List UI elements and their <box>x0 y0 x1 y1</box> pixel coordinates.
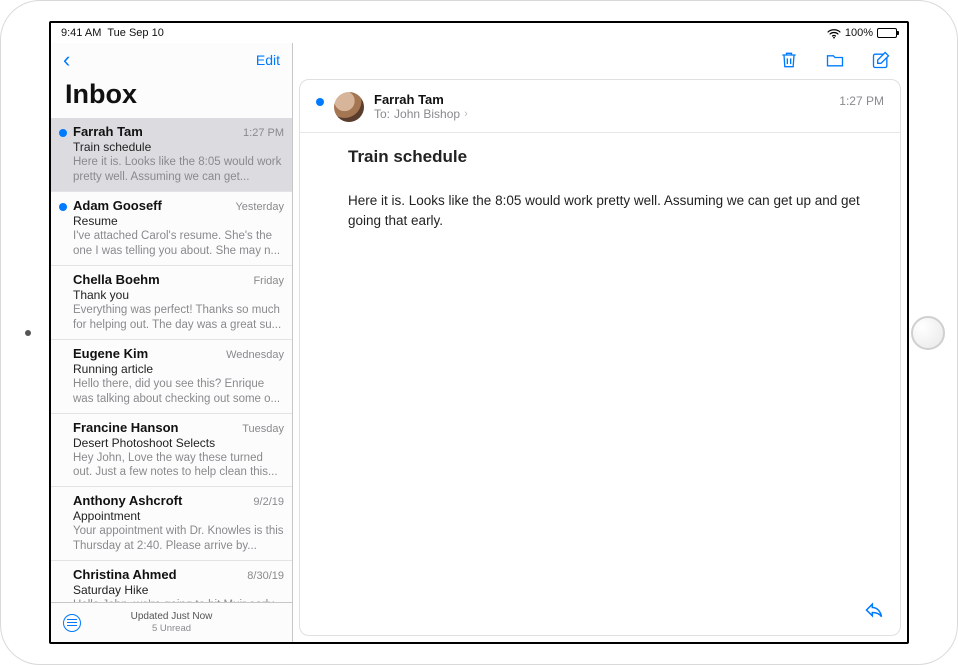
mail-subject: Running article <box>73 362 284 376</box>
front-camera <box>25 330 31 336</box>
mail-app: ‹ Edit Inbox Farrah Tam1:27 PMTrain sche… <box>51 43 907 642</box>
mail-item[interactable]: Adam Gooseff YesterdayResumeI've attached… <box>51 192 292 266</box>
mail-item[interactable]: Eugene Kim WednesdayRunning articleHello … <box>51 340 292 414</box>
mail-subject: Train schedule <box>73 140 284 154</box>
sender-avatar[interactable] <box>334 92 364 122</box>
sidebar-footer: Updated Just Now 5 Unread <box>51 602 292 642</box>
mail-time: Yesterday <box>235 201 284 213</box>
mail-sender: Farrah Tam <box>73 124 143 139</box>
status-bar: 9:41 AM Tue Sep 10 100% <box>51 23 907 43</box>
mail-sender: Christina Ahmed <box>73 567 177 582</box>
mail-list[interactable]: Farrah Tam 1:27 PMTrain scheduleHere it i… <box>51 118 292 602</box>
trash-icon[interactable] <box>779 50 799 70</box>
footer-unread-count: 5 Unread <box>131 623 213 634</box>
to-label: To: <box>374 107 390 121</box>
home-button[interactable] <box>911 316 945 350</box>
mail-item[interactable]: Christina Ahmed8/30/19Saturday HikeHello… <box>51 561 292 602</box>
compose-icon[interactable] <box>871 50 891 70</box>
mail-subject: Resume <box>73 214 284 228</box>
wifi-icon <box>827 28 841 39</box>
mail-item[interactable]: Farrah Tam 1:27 PMTrain scheduleHere it i… <box>51 118 292 192</box>
message-card: Farrah Tam To: John Bishop › 1:27 PM Tra… <box>299 79 901 636</box>
mail-preview: Your appointment with Dr. Knowles is thi… <box>73 524 284 554</box>
mail-sender: Francine Hanson <box>73 420 178 435</box>
back-button[interactable]: ‹ <box>63 47 70 73</box>
mail-sender: Eugene Kim <box>73 346 148 361</box>
mail-preview: Hello there, did you see this? Enrique w… <box>73 377 284 407</box>
chevron-right-icon[interactable]: › <box>464 108 468 120</box>
mail-time: 8/30/19 <box>247 570 284 582</box>
mail-subject: Thank you <box>73 288 284 302</box>
mail-preview: Everything was perfect! Thanks so much f… <box>73 303 284 333</box>
filter-icon[interactable] <box>63 614 81 632</box>
mailbox-title: Inbox <box>51 77 292 118</box>
message-pane: Farrah Tam To: John Bishop › 1:27 PM Tra… <box>293 43 907 642</box>
mail-item[interactable]: Francine Hanson TuesdayDesert Photoshoot … <box>51 414 292 488</box>
battery-percent: 100% <box>845 27 873 39</box>
mail-time: 9/2/19 <box>253 496 284 508</box>
mail-preview: Here it is. Looks like the 8:05 would wo… <box>73 155 284 185</box>
screen: 9:41 AM Tue Sep 10 100% ‹ Edit In <box>49 21 909 644</box>
unread-dot-icon <box>59 203 67 211</box>
mail-time: Friday <box>253 275 284 287</box>
mail-subject: Appointment <box>73 509 284 523</box>
mail-subject: Saturday Hike <box>73 583 284 597</box>
message-to: John Bishop <box>394 107 460 121</box>
mail-preview: Hey John, Love the way these turned out.… <box>73 451 284 481</box>
mail-time: 1:27 PM <box>243 127 284 139</box>
message-time: 1:27 PM <box>839 94 884 108</box>
mail-sender: Anthony Ashcroft <box>73 493 182 508</box>
message-subject: Train schedule <box>300 132 900 171</box>
mail-item[interactable]: Anthony Ashcroft 9/2/19AppointmentYour ap… <box>51 487 292 561</box>
ipad-frame: 9:41 AM Tue Sep 10 100% ‹ Edit In <box>0 0 958 665</box>
message-header[interactable]: Farrah Tam To: John Bishop › 1:27 PM <box>300 80 900 132</box>
mail-time: Wednesday <box>226 349 284 361</box>
unread-dot-icon <box>59 129 67 137</box>
message-body: Here it is. Looks like the 8:05 would wo… <box>300 171 900 230</box>
battery-icon <box>877 28 897 38</box>
mailbox-sidebar: ‹ Edit Inbox Farrah Tam 1:27 PMTrain sche… <box>51 43 293 642</box>
mail-sender: Adam Gooseff <box>73 198 162 213</box>
message-toolbar <box>293 43 907 77</box>
mail-preview: I've attached Carol's resume. She's the … <box>73 229 284 259</box>
message-from: Farrah Tam <box>374 92 839 107</box>
status-date: Tue Sep 10 <box>107 27 163 39</box>
status-time: 9:41 AM <box>61 27 101 39</box>
unread-dot-icon <box>316 98 324 106</box>
mail-item[interactable]: Chella Boehm FridayThank youEverything wa… <box>51 266 292 340</box>
mail-sender: Chella Boehm <box>73 272 160 287</box>
mail-time: Tuesday <box>242 423 284 435</box>
mail-subject: Desert Photoshoot Selects <box>73 436 284 450</box>
move-folder-icon[interactable] <box>825 50 845 70</box>
edit-button[interactable]: Edit <box>256 52 280 68</box>
reply-icon[interactable] <box>864 600 884 625</box>
footer-updated: Updated Just Now <box>131 611 213 622</box>
